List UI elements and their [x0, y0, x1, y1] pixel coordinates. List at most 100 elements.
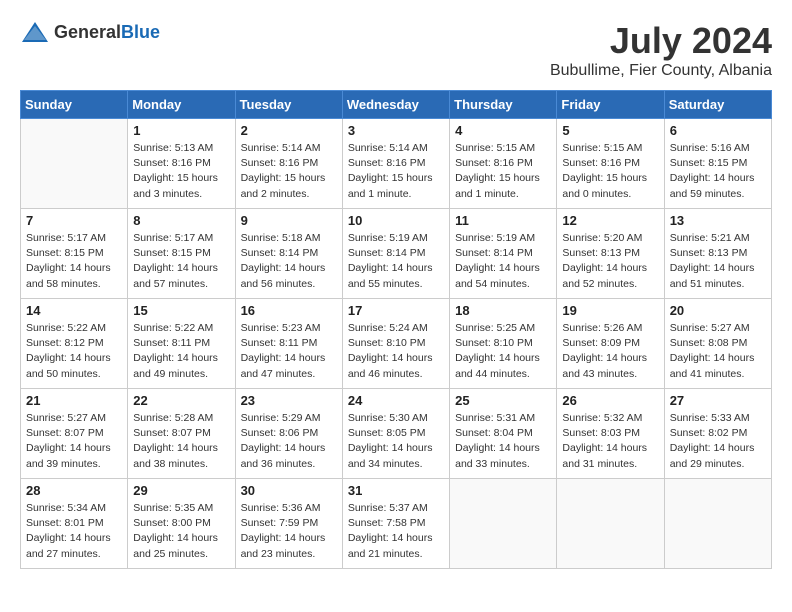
calendar-cell: 3 Sunrise: 5:14 AM Sunset: 8:16 PM Daylig… — [342, 119, 449, 209]
calendar-cell — [450, 479, 557, 569]
calendar-cell: 10 Sunrise: 5:19 AM Sunset: 8:14 PM Dayli… — [342, 209, 449, 299]
day-number: 3 — [348, 123, 444, 138]
day-number: 11 — [455, 213, 551, 228]
calendar-cell — [557, 479, 664, 569]
header-cell-monday: Monday — [128, 91, 235, 119]
calendar-cell: 18 Sunrise: 5:25 AM Sunset: 8:10 PM Dayli… — [450, 299, 557, 389]
header-cell-friday: Friday — [557, 91, 664, 119]
calendar-week-3: 21 Sunrise: 5:27 AM Sunset: 8:07 PM Dayli… — [21, 389, 772, 479]
day-number: 26 — [562, 393, 658, 408]
calendar-cell: 23Sunrise: 5:29 AM Sunset: 8:06 PM Dayli… — [235, 389, 342, 479]
calendar-cell: 14Sunrise: 5:22 AM Sunset: 8:12 PM Dayli… — [21, 299, 128, 389]
day-number: 19 — [562, 303, 658, 318]
day-number: 29 — [133, 483, 229, 498]
calendar-cell: 12 Sunrise: 5:20 AM Sunset: 8:13 PM Dayli… — [557, 209, 664, 299]
logo-general: General — [54, 22, 121, 42]
calendar-cell: 11 Sunrise: 5:19 AM Sunset: 8:14 PM Dayli… — [450, 209, 557, 299]
day-number: 12 — [562, 213, 658, 228]
header-row: SundayMondayTuesdayWednesdayThursdayFrid… — [21, 91, 772, 119]
day-number: 30 — [241, 483, 337, 498]
calendar-table: SundayMondayTuesdayWednesdayThursdayFrid… — [20, 90, 772, 569]
logo-icon — [20, 20, 50, 44]
header-cell-thursday: Thursday — [450, 91, 557, 119]
calendar-cell — [664, 479, 771, 569]
day-info: Sunrise: 5:37 AM Sunset: 7:58 PM Dayligh… — [348, 501, 444, 562]
day-number: 1 — [133, 123, 229, 138]
day-info: Sunrise: 5:13 AM Sunset: 8:16 PM Dayligh… — [133, 141, 229, 202]
calendar-cell: 31 Sunrise: 5:37 AM Sunset: 7:58 PM Dayli… — [342, 479, 449, 569]
calendar-week-2: 14Sunrise: 5:22 AM Sunset: 8:12 PM Dayli… — [21, 299, 772, 389]
day-number: 20 — [670, 303, 766, 318]
day-info: Sunrise: 5:31 AM Sunset: 8:04 PM Dayligh… — [455, 411, 551, 472]
calendar-cell: 30 Sunrise: 5:36 AM Sunset: 7:59 PM Dayli… — [235, 479, 342, 569]
header-cell-tuesday: Tuesday — [235, 91, 342, 119]
day-number: 18 — [455, 303, 551, 318]
day-info: Sunrise: 5:22 AM Sunset: 8:12 PM Dayligh… — [26, 321, 122, 382]
day-number: 2 — [241, 123, 337, 138]
header-cell-saturday: Saturday — [664, 91, 771, 119]
day-number: 17 — [348, 303, 444, 318]
calendar-header: SundayMondayTuesdayWednesdayThursdayFrid… — [21, 91, 772, 119]
calendar-cell: 24 Sunrise: 5:30 AM Sunset: 8:05 PM Dayli… — [342, 389, 449, 479]
day-number: 31 — [348, 483, 444, 498]
calendar-cell: 28Sunrise: 5:34 AM Sunset: 8:01 PM Dayli… — [21, 479, 128, 569]
day-number: 21 — [26, 393, 122, 408]
calendar-cell: 21 Sunrise: 5:27 AM Sunset: 8:07 PM Dayli… — [21, 389, 128, 479]
calendar-cell: 7Sunrise: 5:17 AM Sunset: 8:15 PM Daylig… — [21, 209, 128, 299]
day-number: 27 — [670, 393, 766, 408]
day-info: Sunrise: 5:30 AM Sunset: 8:05 PM Dayligh… — [348, 411, 444, 472]
day-info: Sunrise: 5:23 AM Sunset: 8:11 PM Dayligh… — [241, 321, 337, 382]
calendar-cell: 16 Sunrise: 5:23 AM Sunset: 8:11 PM Dayli… — [235, 299, 342, 389]
location-title: Bubullime, Fier County, Albania — [550, 62, 772, 80]
calendar-cell: 17 Sunrise: 5:24 AM Sunset: 8:10 PM Dayli… — [342, 299, 449, 389]
day-number: 15 — [133, 303, 229, 318]
day-number: 24 — [348, 393, 444, 408]
day-info: Sunrise: 5:27 AM Sunset: 8:07 PM Dayligh… — [26, 411, 122, 472]
calendar-week-0: 1 Sunrise: 5:13 AM Sunset: 8:16 PM Daylig… — [21, 119, 772, 209]
day-number: 7 — [26, 213, 122, 228]
day-info: Sunrise: 5:19 AM Sunset: 8:14 PM Dayligh… — [348, 231, 444, 292]
day-info: Sunrise: 5:27 AM Sunset: 8:08 PM Dayligh… — [670, 321, 766, 382]
calendar-cell: 5Sunrise: 5:15 AM Sunset: 8:16 PM Daylig… — [557, 119, 664, 209]
day-info: Sunrise: 5:19 AM Sunset: 8:14 PM Dayligh… — [455, 231, 551, 292]
day-number: 10 — [348, 213, 444, 228]
month-title: July 2024 — [550, 20, 772, 62]
page-header: GeneralBlue July 2024 Bubullime, Fier Co… — [20, 20, 772, 80]
calendar-cell: 22Sunrise: 5:28 AM Sunset: 8:07 PM Dayli… — [128, 389, 235, 479]
calendar-cell: 8Sunrise: 5:17 AM Sunset: 8:15 PM Daylig… — [128, 209, 235, 299]
calendar-cell: 29Sunrise: 5:35 AM Sunset: 8:00 PM Dayli… — [128, 479, 235, 569]
day-number: 23 — [241, 393, 337, 408]
day-info: Sunrise: 5:14 AM Sunset: 8:16 PM Dayligh… — [241, 141, 337, 202]
calendar-cell — [21, 119, 128, 209]
calendar-cell: 2 Sunrise: 5:14 AM Sunset: 8:16 PM Daylig… — [235, 119, 342, 209]
header-cell-wednesday: Wednesday — [342, 91, 449, 119]
day-number: 16 — [241, 303, 337, 318]
day-info: Sunrise: 5:25 AM Sunset: 8:10 PM Dayligh… — [455, 321, 551, 382]
day-info: Sunrise: 5:17 AM Sunset: 8:15 PM Dayligh… — [133, 231, 229, 292]
day-info: Sunrise: 5:22 AM Sunset: 8:11 PM Dayligh… — [133, 321, 229, 382]
day-number: 9 — [241, 213, 337, 228]
calendar-cell: 26Sunrise: 5:32 AM Sunset: 8:03 PM Dayli… — [557, 389, 664, 479]
day-info: Sunrise: 5:26 AM Sunset: 8:09 PM Dayligh… — [562, 321, 658, 382]
calendar-week-4: 28Sunrise: 5:34 AM Sunset: 8:01 PM Dayli… — [21, 479, 772, 569]
calendar-cell: 9Sunrise: 5:18 AM Sunset: 8:14 PM Daylig… — [235, 209, 342, 299]
day-info: Sunrise: 5:24 AM Sunset: 8:10 PM Dayligh… — [348, 321, 444, 382]
day-info: Sunrise: 5:36 AM Sunset: 7:59 PM Dayligh… — [241, 501, 337, 562]
calendar-week-1: 7 Sunrise: 5:17 AM Sunset: 8:15 PM Daylig… — [21, 209, 772, 299]
day-info: Sunrise: 5:14 AM Sunset: 8:16 PM Dayligh… — [348, 141, 444, 202]
day-number: 25 — [455, 393, 551, 408]
calendar-cell: 25 Sunrise: 5:31 AM Sunset: 8:04 PM Dayli… — [450, 389, 557, 479]
day-info: Sunrise: 5:15 AM Sunset: 8:16 PM Dayligh… — [562, 141, 658, 202]
day-info: Sunrise: 5:20 AM Sunset: 8:13 PM Dayligh… — [562, 231, 658, 292]
calendar-body: 1 Sunrise: 5:13 AM Sunset: 8:16 PM Daylig… — [21, 119, 772, 569]
calendar-cell: 13Sunrise: 5:21 AM Sunset: 8:13 PM Dayli… — [664, 209, 771, 299]
day-number: 6 — [670, 123, 766, 138]
day-info: Sunrise: 5:15 AM Sunset: 8:16 PM Dayligh… — [455, 141, 551, 202]
title-block: July 2024 Bubullime, Fier County, Albani… — [550, 20, 772, 80]
calendar-cell: 6Sunrise: 5:16 AM Sunset: 8:15 PM Daylig… — [664, 119, 771, 209]
logo-blue: Blue — [121, 22, 160, 42]
calendar-cell: 27 Sunrise: 5:33 AM Sunset: 8:02 PM Dayli… — [664, 389, 771, 479]
logo-text: GeneralBlue — [54, 22, 160, 43]
calendar-cell: 15 Sunrise: 5:22 AM Sunset: 8:11 PM Dayli… — [128, 299, 235, 389]
day-info: Sunrise: 5:33 AM Sunset: 8:02 PM Dayligh… — [670, 411, 766, 472]
